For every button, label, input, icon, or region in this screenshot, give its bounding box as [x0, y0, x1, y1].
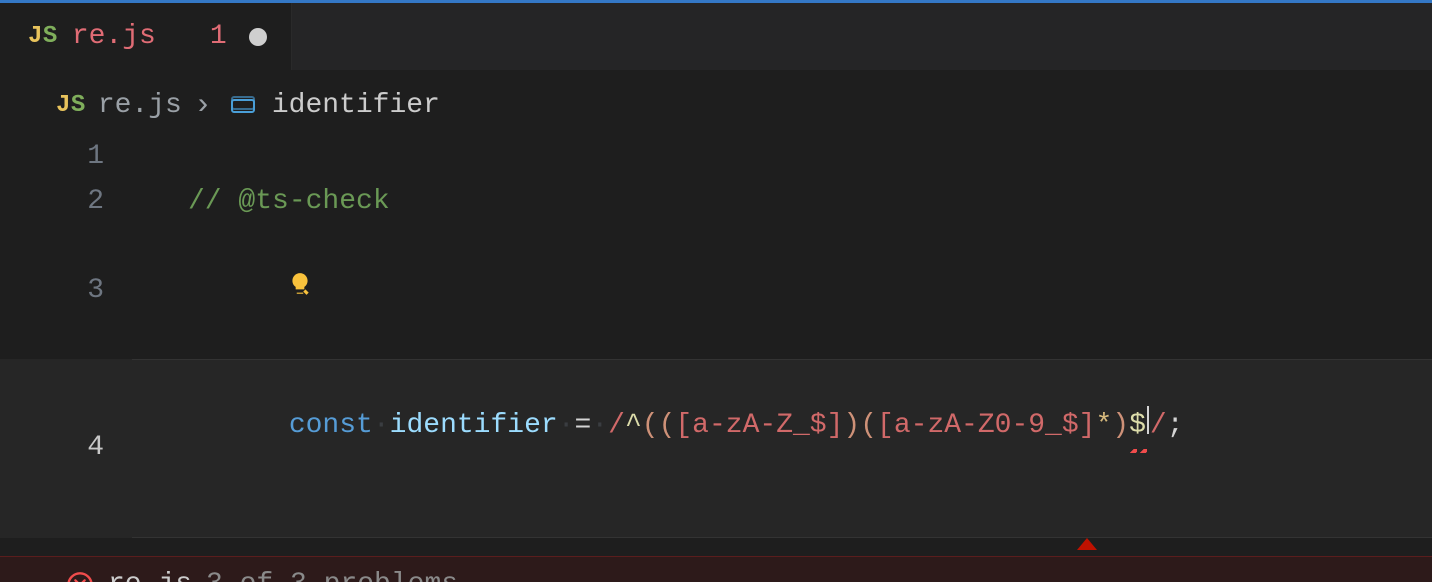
error-circle-icon — [66, 571, 94, 582]
tab-filename: re.js — [72, 21, 156, 52]
code-content[interactable]: const·identifier·=·/^(([a-zA-Z_$])([a-zA… — [132, 359, 1432, 538]
error-squiggle: $ — [1129, 404, 1146, 449]
tok-regex-close: / — [1150, 410, 1167, 441]
whitespace-dot: · — [591, 410, 608, 441]
error-arrow-icon — [1077, 538, 1097, 550]
code-editor[interactable]: 1 2 // @ts-check 3 4 const·identifier·=·… — [0, 135, 1432, 538]
problems-header[interactable]: re.js 3 of 3 problems — [0, 557, 1432, 582]
code-comment: // @ts-check — [188, 186, 390, 217]
chevron-right-icon: › — [194, 91, 212, 121]
tok-const: const — [289, 410, 373, 441]
breadcrumb-file[interactable]: re.js — [98, 90, 182, 121]
editor-tab[interactable]: JS re.js 1 — [0, 3, 292, 70]
tok-lparen: ( — [860, 410, 877, 441]
whitespace-dot: · — [558, 410, 575, 441]
tok-lparen: ( — [642, 410, 659, 441]
tok-rparen: ) — [843, 410, 860, 441]
line-number: 1 — [0, 135, 132, 180]
tok-char-class: [a-zA-Z_$] — [675, 410, 843, 441]
js-file-icon: JS — [28, 23, 58, 50]
line-number: 4 — [0, 426, 132, 471]
tok-star: * — [1095, 410, 1112, 441]
tok-lparen: ( — [659, 410, 676, 441]
tok-semicolon: ; — [1167, 410, 1184, 441]
code-content[interactable] — [132, 225, 1432, 359]
whitespace-dot: · — [373, 410, 390, 441]
tok-rparen: ) — [1112, 410, 1129, 441]
tok-char-class: [a-zA-Z0-9_$] — [877, 410, 1095, 441]
text-cursor — [1147, 406, 1149, 434]
dirty-indicator-icon[interactable] — [249, 28, 267, 46]
tok-equals: = — [575, 410, 592, 441]
comment-text: // @ts-check — [188, 186, 390, 217]
editor-line[interactable]: 2 // @ts-check — [0, 180, 1432, 225]
tok-caret: ^ — [625, 410, 642, 441]
problems-file: re.js — [108, 569, 192, 582]
js-file-icon: JS — [56, 92, 86, 119]
lightbulb-quick-fix-icon[interactable] — [287, 271, 313, 297]
tok-regex-open: / — [608, 410, 625, 441]
editor-line[interactable]: 3 — [0, 225, 1432, 359]
editor-line[interactable]: 4 const·identifier·=·/^(([a-zA-Z_$])([a-… — [0, 359, 1432, 538]
problems-panel: re.js 3 of 3 problems ')' expected. ts(1… — [0, 556, 1432, 582]
tab-error-count: 1 — [210, 21, 227, 52]
tok-identifier: identifier — [390, 410, 558, 441]
breadcrumb-symbol[interactable]: identifier — [272, 90, 440, 121]
line-number: 2 — [0, 180, 132, 225]
tok-dollar: $ — [1129, 410, 1146, 441]
variable-symbol-icon — [230, 95, 258, 117]
code-content[interactable]: // @ts-check — [132, 180, 1432, 225]
editor-line[interactable]: 1 — [0, 135, 1432, 180]
tab-bar: JS re.js 1 — [0, 0, 1432, 70]
problems-count: 3 of 3 problems — [206, 569, 458, 582]
breadcrumb[interactable]: JS re.js › identifier — [0, 70, 1432, 135]
line-number: 3 — [0, 269, 132, 314]
